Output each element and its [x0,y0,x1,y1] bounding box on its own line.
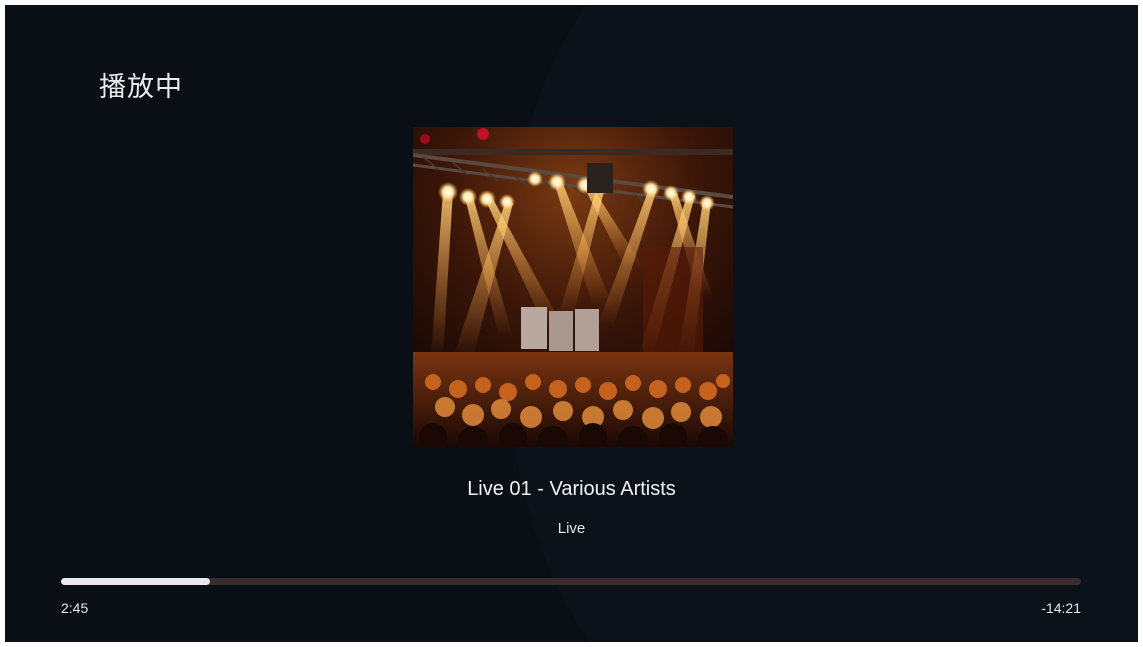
artist-name: Various Artists [549,478,676,500]
progress-fill [61,578,210,585]
track-name: Live 01 [467,478,532,500]
page-title: 播放中 [99,72,183,103]
progress-bar[interactable] [61,578,1081,585]
track-title: Live 01 - Various Artists [5,478,1138,501]
album-art-image [413,127,733,447]
album-name: Live [557,520,586,537]
elapsed-time: 2:45 [61,600,89,616]
remaining-time: -14:21 [1041,600,1081,616]
now-playing-screen: 播放中 Live 01 - Various Artists Live 2:45 … [5,5,1138,642]
album-art [413,127,733,447]
track-separator: - [531,478,550,500]
